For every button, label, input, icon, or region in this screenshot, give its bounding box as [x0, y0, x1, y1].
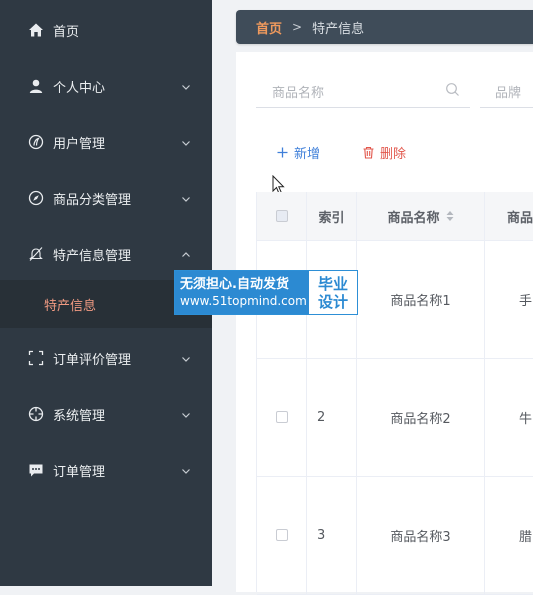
chevron-down-icon [180, 78, 192, 90]
header-brand: 商品 [507, 210, 533, 226]
sidebar-item-label: 订单评价管理 [53, 352, 132, 368]
row-brand: 手 [519, 293, 533, 309]
breadcrumb: 首页 > 特产信息 [236, 10, 533, 44]
bell-off-icon [28, 246, 44, 262]
row-checkbox[interactable] [275, 411, 288, 423]
header-product-name-label: 商品名称 [387, 210, 440, 226]
sidebar-item-category[interactable]: 商品分类管理 [0, 176, 212, 220]
search-placeholder: 商品名称 [272, 86, 325, 101]
sidebar-item-label: 个人中心 [53, 80, 106, 96]
header-product-name[interactable]: 商品名称 [357, 192, 485, 240]
sidebar-item-profile[interactable]: 个人中心 [0, 64, 212, 108]
home-icon [28, 22, 44, 38]
watermark-banner: 无须担心.自动发货 www.51topmind.com 毕业 设计 [174, 270, 358, 315]
sidebar-item-label: 用户管理 [53, 136, 106, 152]
row-product-name: 商品名称3 [357, 476, 485, 594]
sidebar-item-label: 系统管理 [53, 408, 106, 424]
delete-button-label: 删除 [380, 147, 407, 162]
sort-icon[interactable] [446, 210, 454, 222]
row-product-name: 商品名称2 [357, 358, 485, 476]
sidebar-item-label: 特产信息管理 [53, 248, 132, 264]
sidebar-subitem-label: 特产信息 [44, 298, 97, 314]
watermark-line2: www.51topmind.com [180, 294, 307, 308]
sidebar-item-label: 订单管理 [53, 464, 106, 480]
chevron-down-icon [180, 350, 192, 362]
row-select-cell[interactable] [257, 358, 307, 476]
watermark-badge: 毕业 设计 [309, 271, 357, 314]
table-header: 索引 商品名称 商品 [257, 192, 533, 241]
breadcrumb-current: 特产信息 [312, 21, 365, 37]
brand-placeholder: 品牌 [495, 86, 522, 101]
sidebar-item-home[interactable]: 首页 [0, 8, 212, 52]
user-icon [28, 78, 44, 94]
sidebar-item-reviews[interactable]: 订单评价管理 [0, 336, 212, 380]
row-brand: 牛 [519, 411, 533, 427]
row-select-cell[interactable] [257, 476, 307, 594]
frame-icon [28, 350, 44, 366]
row-checkbox[interactable] [275, 529, 288, 541]
add-button-label: 新增 [294, 147, 321, 162]
breadcrumb-separator: > [292, 20, 303, 34]
search-icon[interactable] [445, 82, 460, 97]
table-row: 3 商品名称3 腊 [257, 476, 533, 595]
row-product-name: 商品名称1 [357, 240, 485, 358]
compass-icon [28, 190, 44, 206]
row-index: 3 [307, 476, 357, 594]
trash-icon [363, 146, 374, 159]
sidebar-item-system[interactable]: 系统管理 [0, 392, 212, 436]
chevron-down-icon [180, 190, 192, 202]
watermark-text-block: 无须担心.自动发货 www.51topmind.com [175, 271, 309, 314]
crosshair-icon [28, 406, 44, 422]
sidebar-item-label: 首页 [53, 24, 80, 40]
select-all-cell[interactable] [257, 192, 307, 240]
user-manage-icon [28, 134, 44, 150]
table-row: 2 商品名称2 牛 [257, 358, 533, 477]
brand-search-input[interactable]: 品牌 [480, 72, 533, 108]
chevron-down-icon [180, 134, 192, 146]
chevron-down-icon [180, 406, 192, 418]
watermark-badge-line2: 设计 [317, 292, 348, 311]
watermark-line1: 无须担心.自动发货 [180, 277, 289, 292]
product-name-search-input[interactable]: 商品名称 [256, 72, 470, 108]
breadcrumb-home[interactable]: 首页 [256, 18, 282, 37]
chat-icon [28, 462, 44, 478]
add-button[interactable]: 新增 [276, 143, 320, 162]
sidebar-item-label: 商品分类管理 [53, 192, 132, 208]
watermark-badge-line1: 毕业 [317, 274, 348, 293]
row-brand: 腊 [519, 529, 533, 545]
plus-icon [277, 147, 288, 158]
sidebar-item-users[interactable]: 用户管理 [0, 120, 212, 164]
delete-button[interactable]: 删除 [362, 143, 406, 162]
product-table: 索引 商品名称 商品 商品名称1 手 2 商品名称2 牛 3 商品名称3 腊 [256, 192, 533, 595]
row-index: 2 [307, 358, 357, 476]
sidebar-item-orders[interactable]: 订单管理 [0, 448, 212, 492]
select-all-checkbox[interactable] [275, 210, 288, 222]
chevron-down-icon [180, 462, 192, 474]
chevron-up-icon [180, 246, 192, 258]
header-index: 索引 [307, 192, 357, 240]
